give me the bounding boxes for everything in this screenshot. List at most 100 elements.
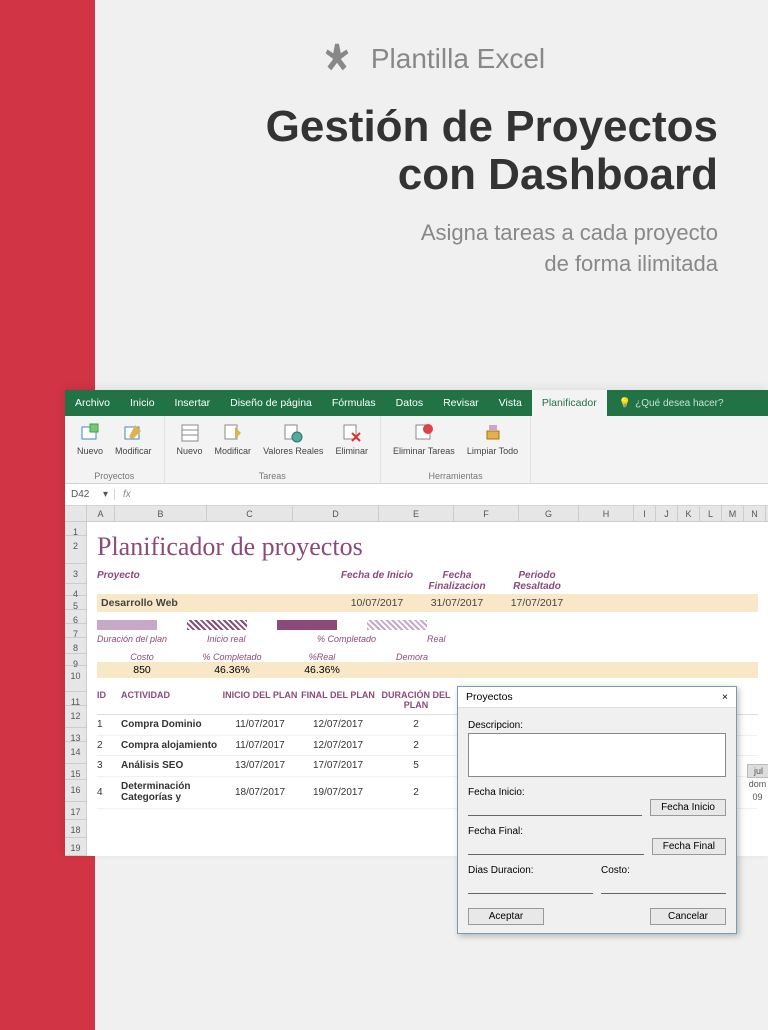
bar-real-start — [187, 620, 247, 630]
ribbon-nueva-tarea[interactable]: Nuevo — [173, 420, 207, 471]
period-cell[interactable]: 17/07/2017 — [497, 597, 577, 609]
column-headers: A B C D E F G H I J K L M N — [65, 506, 768, 522]
tab-archivo[interactable]: Archivo — [65, 390, 120, 416]
close-icon[interactable]: × — [722, 691, 728, 703]
ribbon-valores-reales[interactable]: Valores Reales — [259, 420, 327, 471]
tab-datos[interactable]: Datos — [386, 390, 433, 416]
ribbon-modificar-proyecto[interactable]: Modificar — [111, 420, 156, 471]
new-project-icon — [79, 422, 101, 444]
brand-text: Plantilla Excel — [371, 43, 545, 75]
fecha-final-input[interactable] — [468, 839, 644, 855]
legend-labels: Duración del plan Inicio real % Completa… — [97, 634, 758, 644]
excel-window: Archivo Inicio Insertar Diseño de página… — [65, 390, 768, 856]
start-date-cell[interactable]: 10/07/2017 — [337, 597, 417, 609]
pct-real-cell[interactable]: 46.36% — [277, 664, 367, 676]
lightbulb-icon: 💡 — [619, 398, 631, 409]
page-subtitle: Asigna tareas a cada proyecto de forma i… — [145, 218, 718, 280]
costo-label: Costo: — [601, 865, 726, 876]
col-n[interactable]: N — [744, 506, 766, 521]
gantt-timeline: jul domlunmarmiéjuevie 091011121314 — [747, 764, 768, 882]
tab-revisar[interactable]: Revisar — [433, 390, 489, 416]
aceptar-button[interactable]: Aceptar — [468, 908, 544, 925]
formula-bar: D42▾ fx — [65, 484, 768, 506]
ribbon-eliminar-tarea[interactable]: Eliminar — [331, 420, 372, 471]
proyectos-dialog: Proyectos × Descripcion: Fecha Inicio: F… — [457, 686, 737, 934]
project-header-row: Proyecto Fecha de Inicio Fecha Finalizac… — [97, 570, 758, 592]
excel-ribbon-tabs: Archivo Inicio Insertar Diseño de página… — [65, 390, 768, 416]
fecha-inicio-button[interactable]: Fecha Inicio — [650, 799, 726, 816]
name-box[interactable]: D42▾ — [65, 489, 115, 500]
pct-complete-cell[interactable]: 46.36% — [187, 664, 277, 676]
brand-row: Plantilla Excel — [145, 40, 718, 78]
end-date-cell[interactable]: 31/07/2017 — [417, 597, 497, 609]
ribbon-group-herramientas: Eliminar Tareas Limpiar Todo Herramienta… — [381, 416, 531, 483]
project-name-cell[interactable]: Desarrollo Web — [97, 597, 337, 609]
row-headers: 1 2 3 4 5 6 7 8 9 10 11 12 13 14 15 16 1… — [65, 522, 87, 856]
promo-header: Plantilla Excel Gestión de Proyectos con… — [95, 0, 768, 309]
gantt-month: jul — [747, 764, 768, 778]
bar-real — [367, 620, 427, 630]
ribbon-eliminar-tareas[interactable]: Eliminar Tareas — [389, 420, 459, 471]
tab-planificador[interactable]: Planificador — [532, 390, 607, 416]
planner-title: Planificador de proyectos — [97, 532, 758, 562]
col-l[interactable]: L — [700, 506, 722, 521]
col-e[interactable]: E — [379, 506, 454, 521]
tab-diseno[interactable]: Diseño de página — [220, 390, 322, 416]
dialog-title-text: Proyectos — [466, 691, 513, 703]
tab-vista[interactable]: Vista — [489, 390, 532, 416]
fecha-inicio-input[interactable] — [468, 800, 642, 816]
ribbon-group-proyectos: Nuevo Modificar Proyectos — [65, 416, 165, 483]
dias-duracion-label: Dias Duracion: — [468, 865, 593, 876]
spreadsheet-grid: A B C D E F G H I J K L M N 1 2 3 4 5 6 … — [65, 506, 768, 856]
col-j[interactable]: J — [656, 506, 678, 521]
delete-tasks-icon — [413, 422, 435, 444]
clear-all-icon — [482, 422, 504, 444]
delete-task-icon — [341, 422, 363, 444]
edit-task-icon — [222, 422, 244, 444]
col-f[interactable]: F — [454, 506, 519, 521]
ribbon-group-tareas: Nuevo Modificar Valores Reales Eliminar … — [165, 416, 381, 483]
project-data-row: Desarrollo Web 10/07/2017 31/07/2017 17/… — [97, 594, 758, 612]
edit-project-icon — [122, 422, 144, 444]
tab-inicio[interactable]: Inicio — [120, 390, 165, 416]
col-b[interactable]: B — [115, 506, 207, 521]
values-icon — [282, 422, 304, 444]
dialog-titlebar[interactable]: Proyectos × — [458, 687, 736, 708]
descripcion-input[interactable] — [468, 733, 726, 777]
costo-input[interactable] — [601, 878, 726, 894]
sheet-content: Planificador de proyectos Proyecto Fecha… — [87, 522, 768, 856]
col-h[interactable]: H — [579, 506, 634, 521]
col-a[interactable]: A — [87, 506, 115, 521]
tab-insertar[interactable]: Insertar — [165, 390, 221, 416]
stats-row: 850 46.36% 46.36% — [97, 662, 758, 678]
snap-icon — [318, 40, 356, 78]
stats-header: Costo % Completado %Real Demora — [97, 652, 758, 662]
cancelar-button[interactable]: Cancelar — [650, 908, 726, 925]
delay-cell[interactable] — [367, 664, 457, 676]
col-c[interactable]: C — [207, 506, 293, 521]
new-task-icon — [179, 422, 201, 444]
tab-formulas[interactable]: Fórmulas — [322, 390, 386, 416]
bar-plan-duration — [97, 620, 157, 630]
ribbon: Nuevo Modificar Proyectos Nuevo Modifica… — [65, 416, 768, 484]
ribbon-modificar-tarea[interactable]: Modificar — [211, 420, 256, 471]
col-d[interactable]: D — [293, 506, 379, 521]
col-k[interactable]: K — [678, 506, 700, 521]
dropdown-icon: ▾ — [103, 489, 108, 500]
desc-label: Descripcion: — [468, 720, 726, 731]
dias-duracion-input[interactable] — [468, 878, 593, 894]
tell-me-search[interactable]: 💡 ¿Qué desea hacer? — [619, 398, 724, 409]
col-g[interactable]: G — [519, 506, 579, 521]
fecha-final-button[interactable]: Fecha Final — [652, 838, 726, 855]
cost-cell[interactable]: 850 — [97, 664, 187, 676]
fecha-inicio-label: Fecha Inicio: — [468, 787, 642, 798]
page-title: Gestión de Proyectos con Dashboard — [145, 103, 718, 200]
fecha-final-label: Fecha Final: — [468, 826, 644, 837]
ribbon-limpiar-todo[interactable]: Limpiar Todo — [463, 420, 522, 471]
col-m[interactable]: M — [722, 506, 744, 521]
col-i[interactable]: I — [634, 506, 656, 521]
bar-pct-complete — [277, 620, 337, 630]
fx-label: fx — [115, 489, 139, 500]
select-all-corner[interactable] — [65, 506, 87, 521]
ribbon-nuevo-proyecto[interactable]: Nuevo — [73, 420, 107, 471]
